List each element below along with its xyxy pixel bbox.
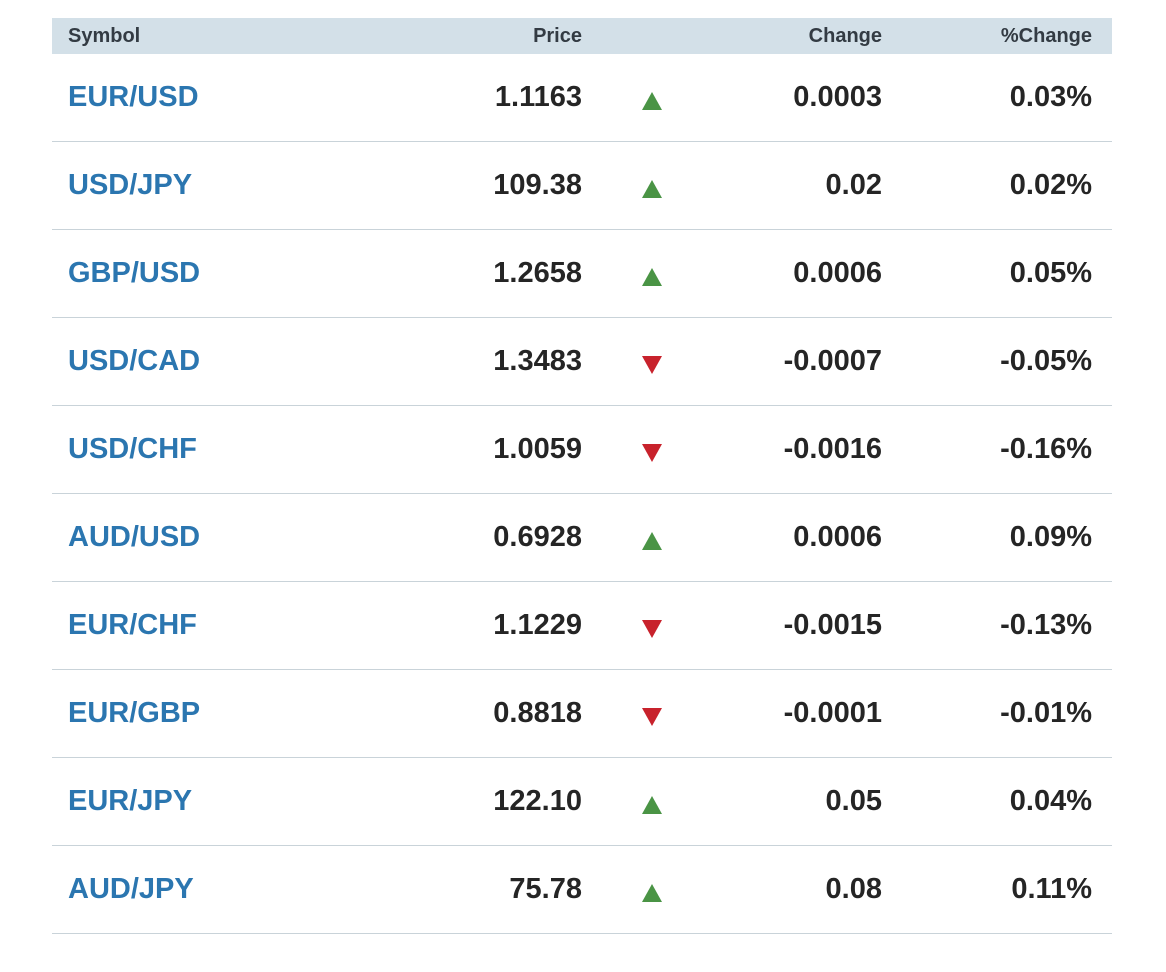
change-value: -0.0015	[783, 609, 882, 641]
symbol-link[interactable]: EUR/USD	[52, 81, 412, 114]
pct-change-value: -0.13%	[1000, 609, 1092, 641]
table-row[interactable]: AUD/USD 0.6928 0.0006 0.09%	[52, 494, 1112, 582]
up-arrow-icon	[642, 179, 662, 198]
direction-cell	[582, 702, 722, 726]
down-arrow-icon	[642, 619, 662, 638]
pct-change-value: -0.05%	[1000, 345, 1092, 377]
symbol-link[interactable]: EUR/GBP	[52, 697, 412, 730]
change-value: 0.0003	[793, 81, 882, 113]
header-pct-change[interactable]: %Change	[882, 25, 1092, 48]
change-value: 0.02	[825, 169, 882, 201]
change-value: -0.0001	[783, 697, 882, 729]
symbol-link[interactable]: EUR/JPY	[52, 785, 412, 818]
price-value: 122.10	[493, 785, 582, 817]
symbol-link[interactable]: USD/CHF	[52, 433, 412, 466]
symbol-link[interactable]: EUR/CHF	[52, 609, 412, 642]
down-arrow-icon	[642, 443, 662, 462]
table-body: EUR/USD 1.1163 0.0003 0.03% USD/JPY 109.38 0.0…	[52, 54, 1112, 934]
change-value: 0.05	[825, 785, 882, 817]
direction-cell	[582, 438, 722, 462]
table-row[interactable]: AUD/JPY 75.78 0.08 0.11%	[52, 846, 1112, 934]
header-change[interactable]: Change	[722, 25, 882, 48]
up-arrow-icon	[642, 267, 662, 286]
up-arrow-icon	[642, 883, 662, 902]
direction-cell	[582, 526, 722, 550]
up-arrow-icon	[642, 795, 662, 814]
direction-cell	[582, 790, 722, 814]
table-row[interactable]: USD/CHF 1.0059 -0.0016 -0.16%	[52, 406, 1112, 494]
change-value: -0.0016	[783, 433, 882, 465]
direction-cell	[582, 878, 722, 902]
pct-change-value: -0.16%	[1000, 433, 1092, 465]
change-value: 0.0006	[793, 521, 882, 553]
change-value: -0.0007	[783, 345, 882, 377]
pct-change-value: 0.03%	[1009, 81, 1092, 113]
pct-change-value: 0.09%	[1009, 521, 1092, 553]
down-arrow-icon	[642, 355, 662, 374]
table-row[interactable]: EUR/GBP 0.8818 -0.0001 -0.01%	[52, 670, 1112, 758]
symbol-link[interactable]: AUD/USD	[52, 521, 412, 554]
pct-change-value: 0.02%	[1009, 169, 1092, 201]
pct-change-value: -0.01%	[1000, 697, 1092, 729]
header-price[interactable]: Price	[412, 25, 582, 48]
table-row[interactable]: EUR/JPY 122.10 0.05 0.04%	[52, 758, 1112, 846]
table-row[interactable]: GBP/USD 1.2658 0.0006 0.05%	[52, 230, 1112, 318]
pct-change-value: 0.05%	[1009, 257, 1092, 289]
price-value: 1.1163	[494, 81, 582, 113]
price-value: 1.2658	[493, 257, 582, 289]
direction-cell	[582, 614, 722, 638]
symbol-link[interactable]: USD/CAD	[52, 345, 412, 378]
price-value: 0.6928	[493, 521, 582, 553]
header-symbol[interactable]: Symbol	[52, 25, 412, 48]
table-header: Symbol Price Change %Change	[52, 18, 1112, 54]
symbol-link[interactable]: GBP/USD	[52, 257, 412, 290]
symbol-link[interactable]: AUD/JPY	[52, 873, 412, 906]
change-value: 0.08	[825, 873, 882, 905]
direction-cell	[582, 262, 722, 286]
symbol-link[interactable]: USD/JPY	[52, 169, 412, 202]
table-row[interactable]: USD/JPY 109.38 0.02 0.02%	[52, 142, 1112, 230]
currency-table: Symbol Price Change %Change EUR/USD 1.116…	[52, 18, 1112, 934]
down-arrow-icon	[642, 707, 662, 726]
direction-cell	[582, 350, 722, 374]
pct-change-value: 0.04%	[1009, 785, 1092, 817]
table-row[interactable]: EUR/CHF 1.1229 -0.0015 -0.13%	[52, 582, 1112, 670]
price-value: 75.78	[509, 873, 582, 905]
up-arrow-icon	[642, 531, 662, 550]
direction-cell	[582, 86, 722, 110]
price-value: 109.38	[493, 169, 582, 201]
table-row[interactable]: EUR/USD 1.1163 0.0003 0.03%	[52, 54, 1112, 142]
pct-change-value: 0.11%	[1011, 873, 1092, 905]
price-value: 0.8818	[493, 697, 582, 729]
up-arrow-icon	[642, 91, 662, 110]
price-value: 1.0059	[493, 433, 582, 465]
direction-cell	[582, 174, 722, 198]
price-value: 1.3483	[493, 345, 582, 377]
table-row[interactable]: USD/CAD 1.3483 -0.0007 -0.05%	[52, 318, 1112, 406]
change-value: 0.0006	[793, 257, 882, 289]
price-value: 1.1229	[493, 609, 582, 641]
